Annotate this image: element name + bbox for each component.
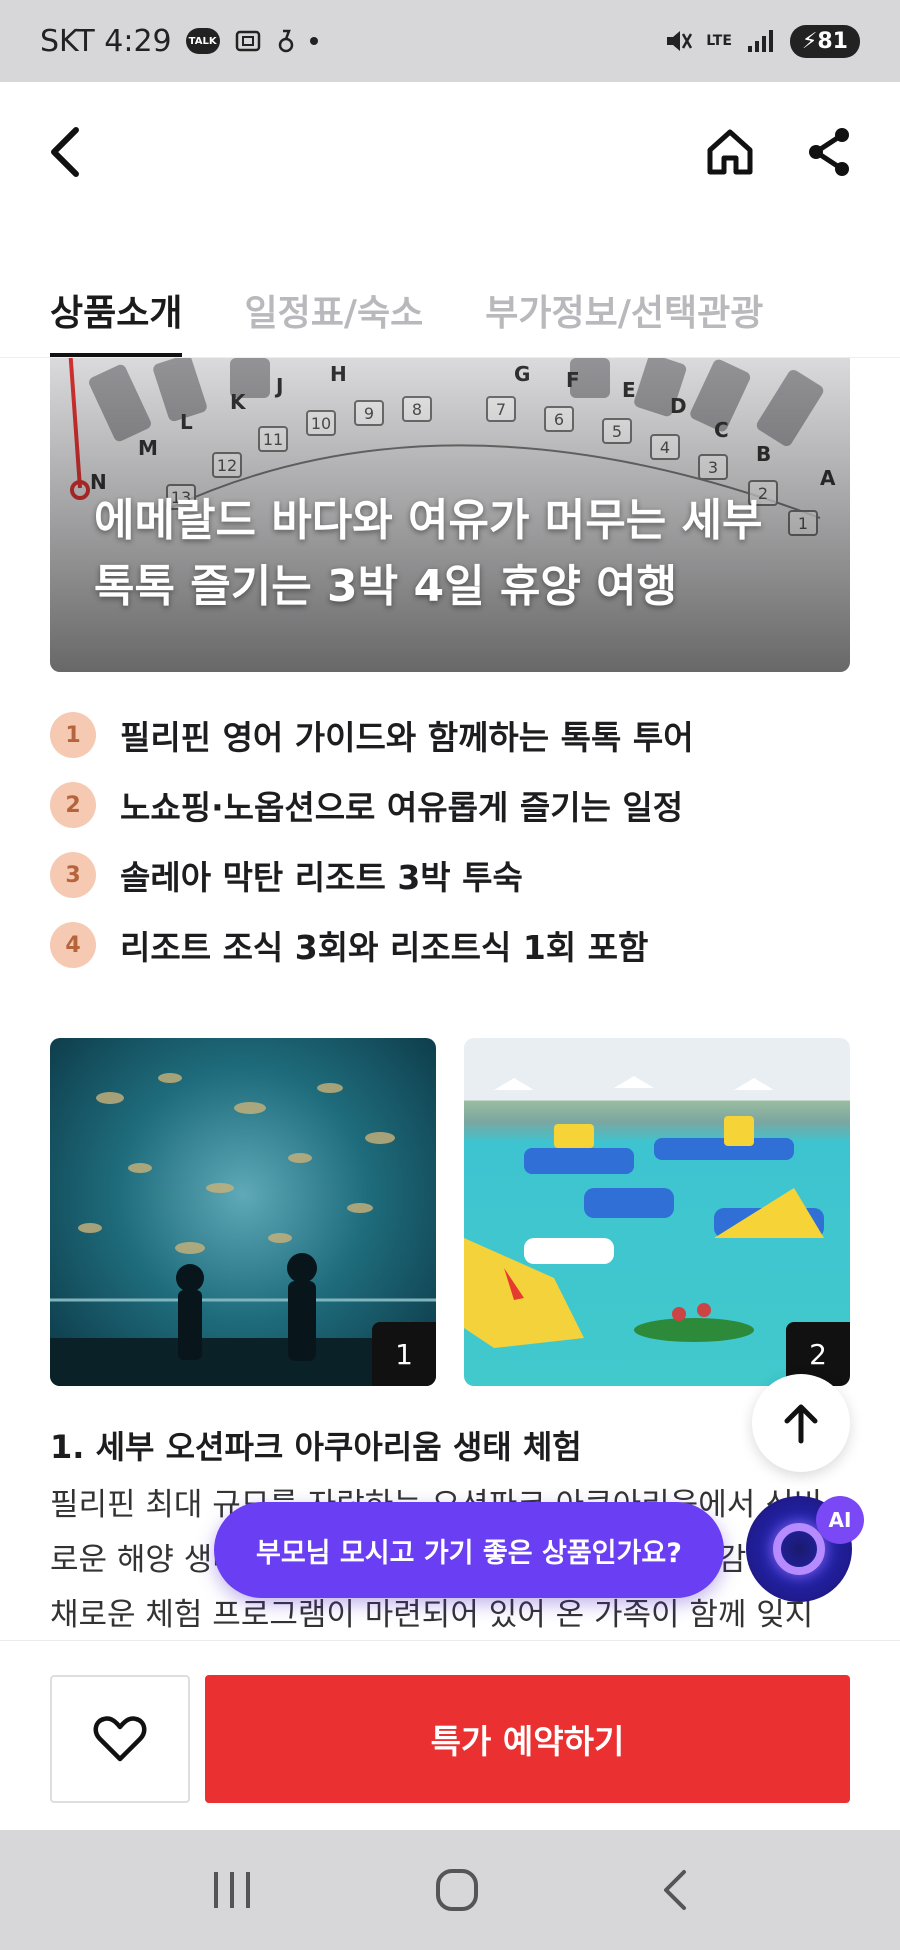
screenshot-icon [235, 30, 260, 52]
heart-icon [93, 1716, 147, 1762]
share-icon[interactable] [804, 125, 854, 179]
tab-itinerary-hotel[interactable]: 일정표/숙소 [244, 270, 423, 357]
hero-banner: H G F E D C B A J K L M N 10 9 8 7 6 5 4… [50, 358, 850, 672]
aquarium-photo[interactable]: 1 [50, 1038, 436, 1386]
chevron-left-icon[interactable] [46, 124, 86, 180]
scroll-to-top-button[interactable] [752, 1374, 850, 1472]
section-title: 1. 세부 오션파크 아쿠아리움 생태 체험 [50, 1428, 582, 1466]
battery-indicator: ⚡81 [789, 24, 860, 58]
status-bar: SKT 4:29 TALK LTE ⚡81 [0, 0, 900, 82]
home-button-icon[interactable] [435, 1868, 479, 1912]
app-notification-icon [278, 29, 293, 53]
highlight-item: 3 솔레아 막탄 리조트 3박 투숙 [50, 840, 850, 910]
highlight-item: 1 필리핀 영어 가이드와 함께하는 톡톡 투어 [50, 700, 850, 770]
bottom-action-bar: 특가 예약하기 [0, 1640, 900, 1830]
wishlist-button[interactable] [50, 1675, 190, 1803]
tab-extra-info[interactable]: 부가정보/선택관광 [485, 270, 763, 357]
talk-notification-icon: TALK [185, 28, 220, 54]
tab-product-intro[interactable]: 상품소개 [50, 270, 183, 357]
top-app-bar [0, 82, 900, 222]
photo-index-badge: 1 [372, 1322, 436, 1386]
status-left: SKT 4:29 TALK [40, 24, 318, 59]
hero-title-line: 톡톡 즐기는 3박 4일 휴양 여행 [94, 561, 678, 612]
highlight-text: 노쇼핑·노옵션으로 여유롭게 즐기는 일정 [120, 788, 684, 827]
hero-title-line: 에메랄드 바다와 여유가 머무는 세부 [94, 495, 763, 546]
tab-bar: 상품소개 일정표/숙소 부가정보/선택관광 [0, 270, 900, 358]
highlight-item: 2 노쇼핑·노옵션으로 여유롭게 즐기는 일정 [50, 770, 850, 840]
signal-icon [747, 30, 773, 52]
waterpark-photo[interactable]: 2 [464, 1038, 850, 1386]
dot-icon [309, 37, 318, 45]
back-button-icon[interactable] [660, 1868, 690, 1912]
battery-level: 81 [817, 28, 848, 54]
hero-title: 에메랄드 바다와 여유가 머무는 세부 톡톡 즐기는 3박 4일 휴양 여행 [94, 488, 810, 620]
arrow-up-icon [784, 1404, 818, 1444]
highlight-list: 1 필리핀 영어 가이드와 함께하는 톡톡 투어 2 노쇼핑·노옵션으로 여유롭… [50, 700, 850, 980]
ai-orb-icon [773, 1523, 825, 1575]
hand-one-icon: 1 [50, 712, 96, 758]
mute-icon [667, 31, 693, 51]
highlight-text: 필리핀 영어 가이드와 함께하는 톡톡 투어 [120, 718, 694, 757]
system-navigation-bar [0, 1830, 900, 1950]
highlight-item: 4 리조트 조식 3회와 리조트식 1회 포함 [50, 910, 850, 980]
carrier-time: SKT 4:29 [40, 23, 172, 59]
hand-three-icon: 3 [50, 852, 96, 898]
hand-two-icon: 2 [50, 782, 96, 828]
ai-suggestion-chip[interactable]: 부모님 모시고 가기 좋은 상품인가요? [214, 1502, 724, 1598]
home-icon[interactable] [704, 126, 756, 178]
highlight-text: 솔레아 막탄 리조트 3박 투숙 [120, 858, 523, 897]
special-booking-button[interactable]: 특가 예약하기 [205, 1675, 850, 1803]
highlight-text: 리조트 조식 3회와 리조트식 1회 포함 [120, 928, 649, 967]
hand-four-icon: 4 [50, 922, 96, 968]
recent-apps-icon[interactable] [210, 1870, 254, 1910]
ai-badge: AI [816, 1496, 864, 1544]
network-type: LTE [706, 33, 732, 49]
header-actions [704, 125, 854, 179]
status-right: LTE ⚡81 [664, 24, 860, 58]
